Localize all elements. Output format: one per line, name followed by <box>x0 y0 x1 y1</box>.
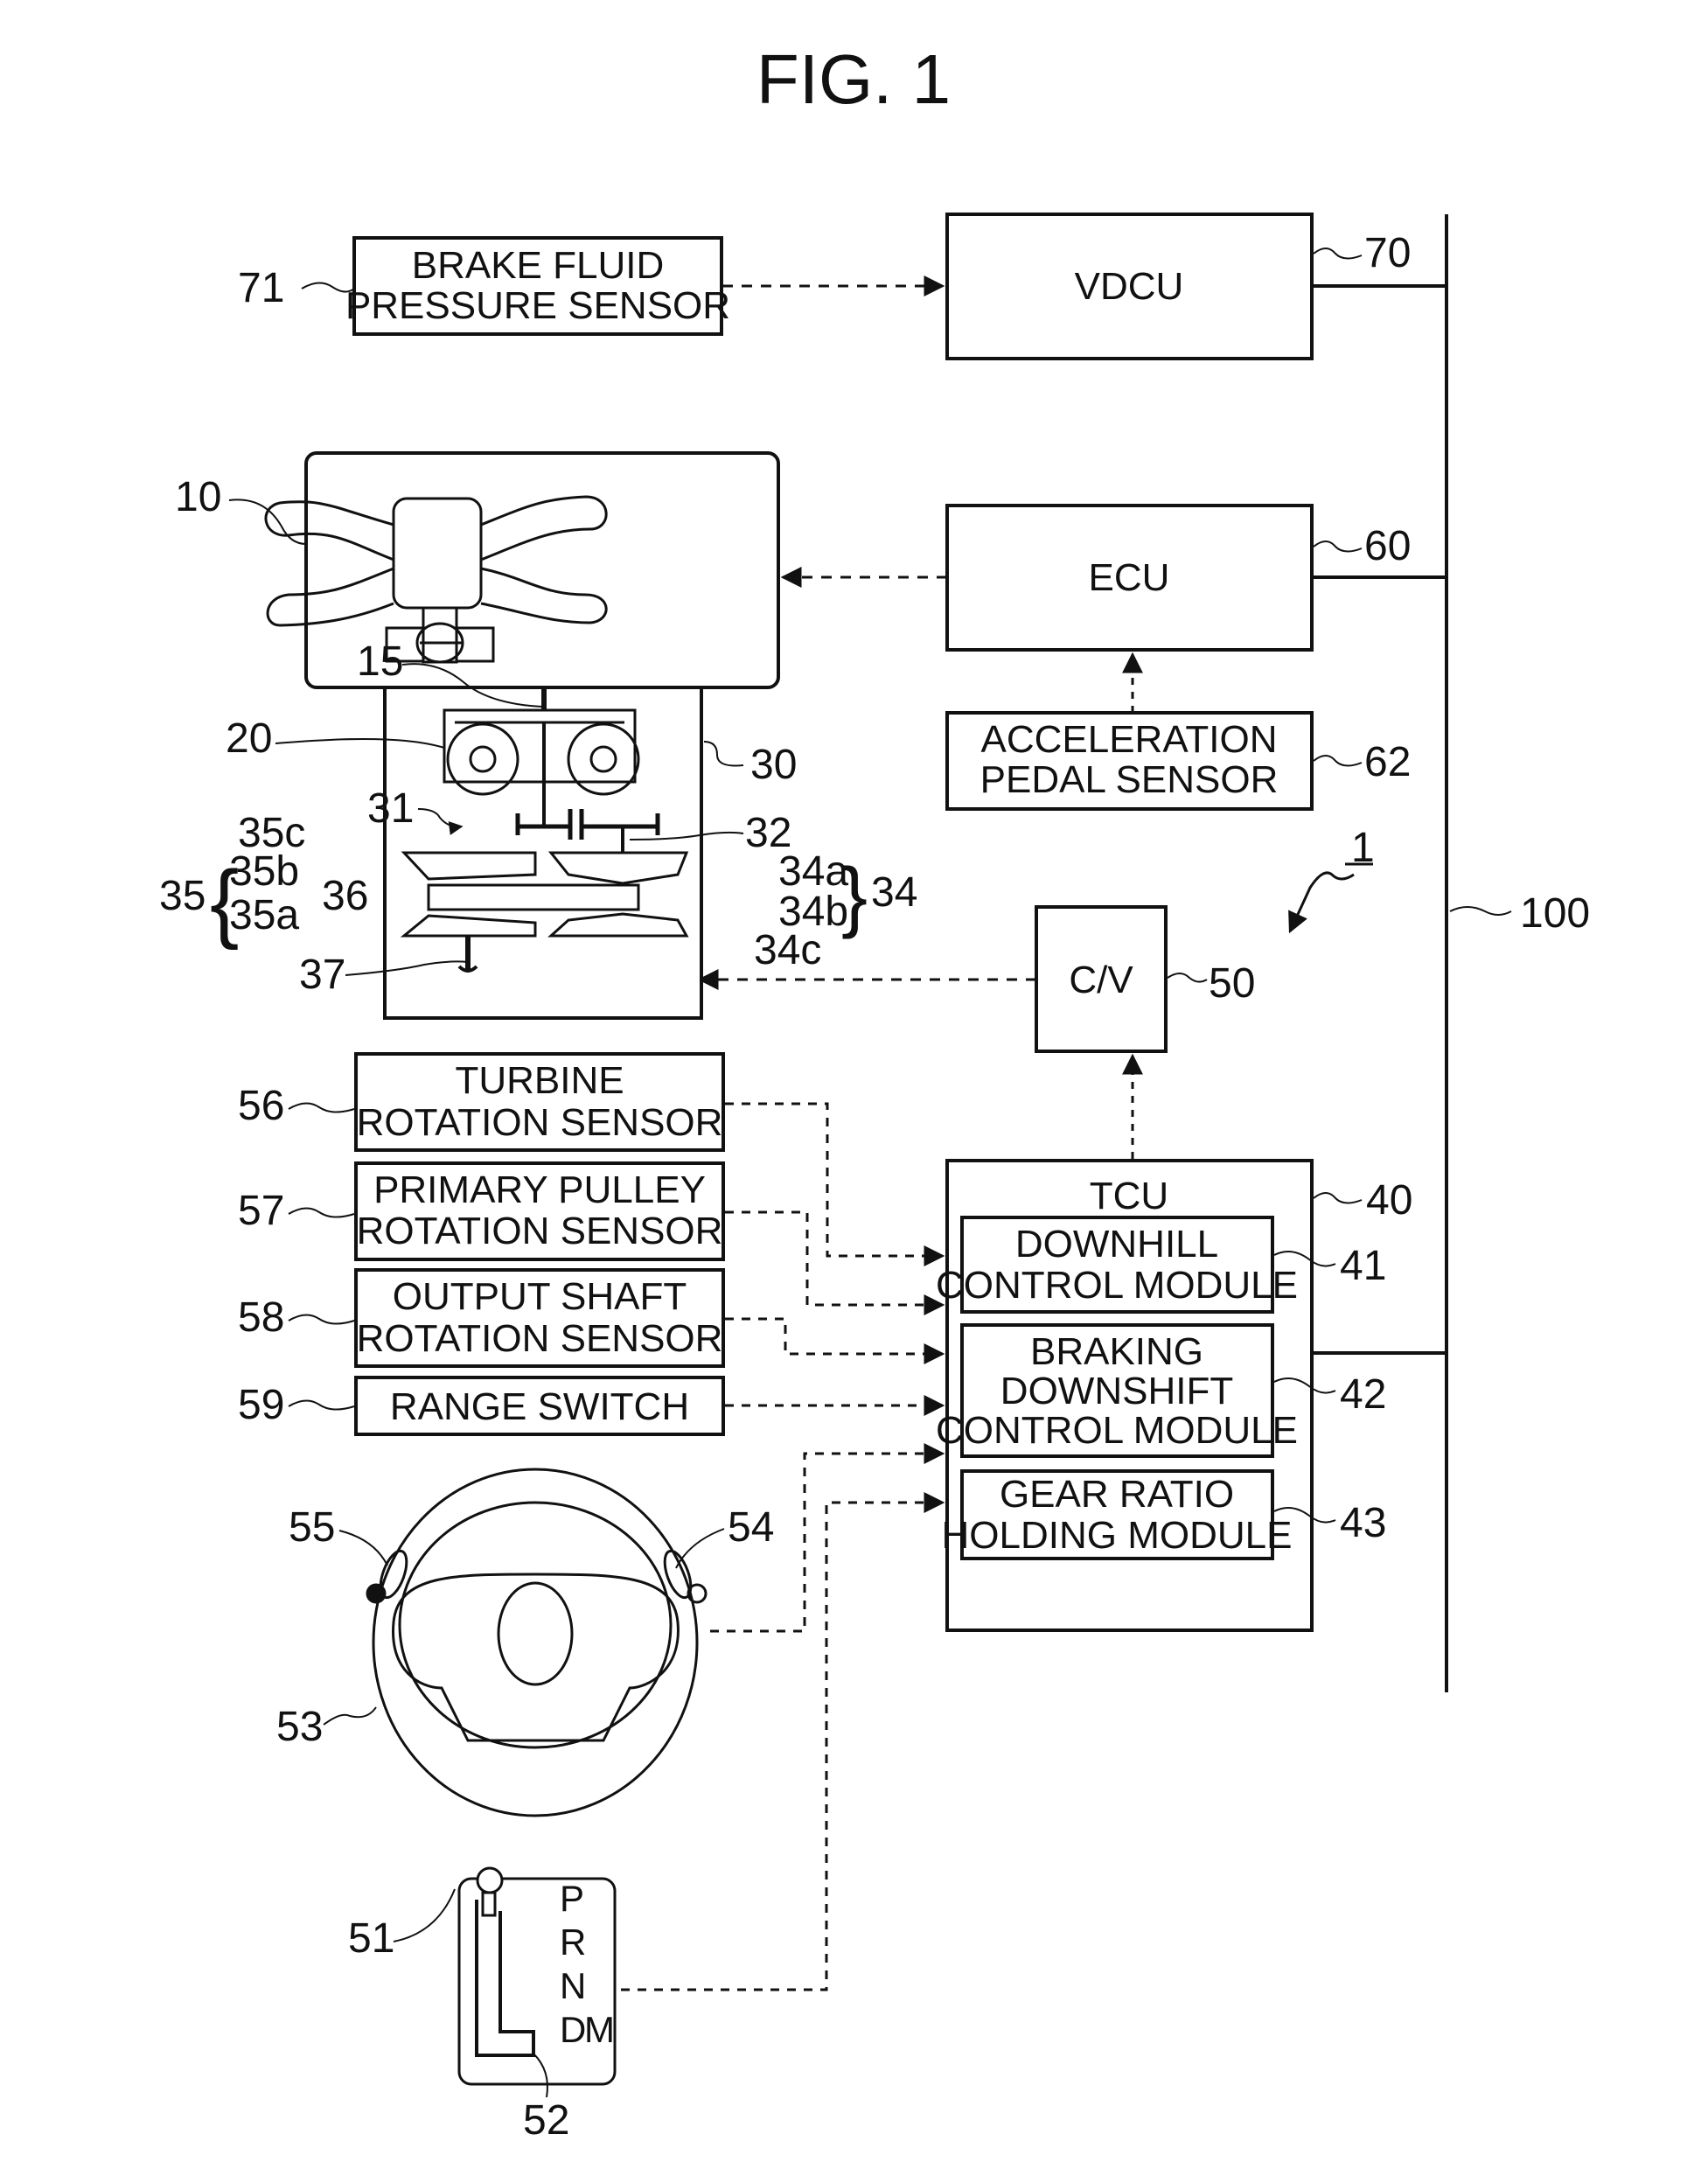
ecu-ref: 60 <box>1364 523 1411 569</box>
sensor-56-ref: 56 <box>238 1083 284 1129</box>
secondary-b-ref: 35b <box>229 848 299 895</box>
module-42-line3: CONTROL MODULE <box>936 1409 1298 1452</box>
accel-sensor-line1: ACCELERATION <box>980 718 1277 761</box>
braking-downshift-control-module: BRAKING DOWNSHIFT CONTROL MODULE <box>936 1323 1298 1458</box>
module-41-line2: CONTROL MODULE <box>936 1264 1298 1307</box>
brake-fluid-pressure-sensor-block: BRAKE FLUID PRESSURE SENSOR <box>345 236 730 336</box>
output-shaft-ref: 37 <box>299 952 345 998</box>
forward-reverse-ref: 31 <box>367 785 414 832</box>
secondary-brace: { <box>210 853 239 951</box>
sensor-57-line2: ROTATION SENSOR <box>357 1210 723 1252</box>
sensor-58-line2: ROTATION SENSOR <box>357 1317 723 1360</box>
tcu-block: TCU DOWNHILL CONTROL MODULE BRAKING DOWN… <box>936 1159 1314 1632</box>
sensor-58-ref: 58 <box>238 1294 284 1341</box>
figure-title: FIG. 1 <box>756 40 951 118</box>
system-ref-arrow <box>1288 871 1355 934</box>
bus-ref: 100 <box>1520 890 1590 937</box>
sensor-56-line1: TURBINE <box>455 1059 624 1102</box>
sensor-57-ref: 57 <box>238 1188 284 1234</box>
range-switch-block: RANGE SWITCH <box>354 1376 725 1436</box>
select-lever-ref: 51 <box>348 1915 394 1962</box>
vdcu-block: VDCU <box>945 213 1314 360</box>
control-valve-block: C/V <box>1035 905 1168 1053</box>
secondary-pulley-ref: 35 <box>159 873 206 919</box>
transmission-ref: 30 <box>750 742 797 788</box>
primary-pulley-ref: 34 <box>871 869 917 916</box>
shift-gate <box>457 1866 617 2086</box>
engine-ref: 10 <box>175 474 221 520</box>
steering-wheel-ref: 53 <box>276 1704 323 1750</box>
module-43-line1: GEAR RATIO <box>1000 1473 1234 1516</box>
brake-sensor-line1: BRAKE FLUID <box>412 244 665 287</box>
ecu-label: ECU <box>1089 556 1170 599</box>
primary-brace: } <box>841 853 868 940</box>
ecu-block: ECU <box>945 504 1314 652</box>
turbine-rotation-sensor-block: TURBINE ROTATION SENSOR <box>354 1052 725 1152</box>
secondary-a-ref: 35a <box>229 892 299 938</box>
vdcu-label: VDCU <box>1075 265 1184 308</box>
sensor-58-line1: OUTPUT SHAFT <box>393 1275 687 1318</box>
module-41-line1: DOWNHILL <box>1015 1223 1218 1266</box>
cv-label: C/V <box>1069 959 1133 1001</box>
accel-sensor-ref: 62 <box>1364 739 1411 785</box>
module-42-line2: DOWNSHIFT <box>1000 1370 1233 1412</box>
module-42-line1: BRAKING <box>1030 1330 1203 1373</box>
module-41-ref: 41 <box>1340 1243 1386 1289</box>
sensor-56-line2: ROTATION SENSOR <box>357 1101 723 1144</box>
sensor-59-label: RANGE SWITCH <box>390 1385 689 1428</box>
gear-ratio-holding-module: GEAR RATIO HOLDING MODULE <box>942 1469 1293 1560</box>
gate-position-m: M <box>584 2009 615 2050</box>
primary-c-ref: 34c <box>754 927 821 973</box>
module-43-line2: HOLDING MODULE <box>942 1514 1293 1557</box>
downshift-paddle-ref: 55 <box>289 1504 335 1551</box>
acceleration-pedal-sensor-block: ACCELERATION PEDAL SENSOR <box>945 711 1314 811</box>
communication-bus <box>1312 214 1512 1692</box>
downhill-control-module: DOWNHILL CONTROL MODULE <box>936 1216 1298 1314</box>
output-shaft-rotation-sensor-block: OUTPUT SHAFT ROTATION SENSOR <box>354 1268 725 1368</box>
gate-ref: 52 <box>523 2097 569 2144</box>
tcu-ref: 40 <box>1366 1177 1412 1224</box>
belt-ref: 36 <box>322 873 368 919</box>
brake-sensor-line2: PRESSURE SENSOR <box>345 284 730 327</box>
gate-position-n: N <box>560 1965 586 2006</box>
sensor-57-line1: PRIMARY PULLEY <box>373 1168 706 1211</box>
sensor-59-ref: 59 <box>238 1382 284 1428</box>
engine <box>264 451 780 689</box>
upshift-paddle-ref: 54 <box>728 1504 774 1551</box>
vdcu-ref: 70 <box>1364 230 1411 276</box>
cv-ref: 50 <box>1209 960 1255 1007</box>
fig1-diagram: FIG. 1 100 BRAKE FLUID PRESSURE SENSOR 7… <box>159 40 1590 2144</box>
module-42-ref: 42 <box>1340 1371 1386 1418</box>
gate-position-d: D <box>560 2009 586 2050</box>
transmission <box>383 686 703 1020</box>
module-43-ref: 43 <box>1340 1500 1386 1546</box>
accel-sensor-line2: PEDAL SENSOR <box>980 758 1279 801</box>
tcu-label: TCU <box>1090 1175 1168 1217</box>
gate-position-r: R <box>560 1921 586 1963</box>
brake-sensor-ref: 71 <box>238 265 284 311</box>
crankshaft-ref: 15 <box>357 638 403 685</box>
primary-pulley-rotation-sensor-block: PRIMARY PULLEY ROTATION SENSOR <box>354 1161 725 1261</box>
gate-position-p: P <box>560 1878 584 1919</box>
steering-wheel <box>366 1468 708 1817</box>
torque-converter-ref: 20 <box>226 715 272 762</box>
